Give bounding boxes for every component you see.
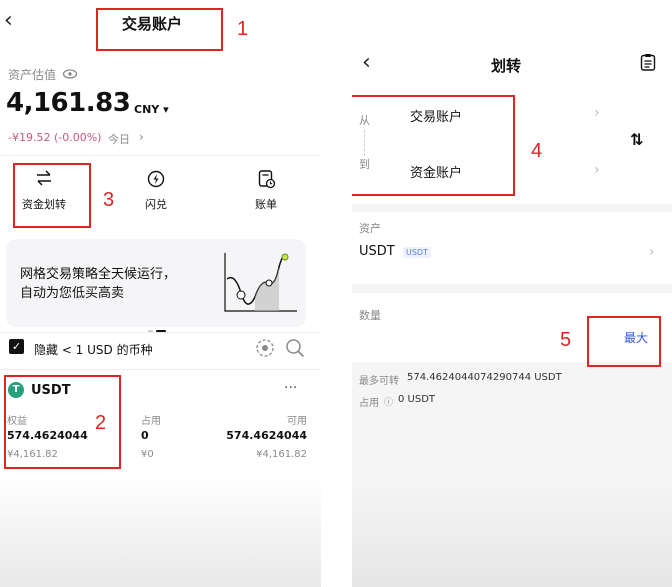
bill-button[interactable]: 账单 bbox=[253, 170, 283, 216]
used-value: 0 bbox=[141, 429, 149, 442]
occupied-label: 占用 bbox=[359, 398, 379, 409]
eye-icon[interactable] bbox=[62, 65, 78, 84]
chevron-right-icon[interactable]: › bbox=[594, 105, 600, 121]
chevron-right-icon[interactable]: › bbox=[649, 244, 655, 260]
grid-trading-banner[interactable]: 网格交易策略全天候运行， 自动为您低买高卖 bbox=[6, 239, 306, 327]
bottom-fade bbox=[0, 475, 321, 587]
asset-tag: USDT bbox=[403, 247, 431, 258]
banner-text-line1: 网格交易策略全天候运行， bbox=[20, 267, 177, 282]
lightning-icon bbox=[147, 170, 165, 192]
carousel-dots bbox=[148, 318, 169, 337]
convert-button[interactable]: 闪兑 bbox=[141, 170, 171, 216]
annotation-box-3 bbox=[13, 163, 91, 228]
currency-selector[interactable]: CNY ▾ bbox=[134, 103, 169, 116]
bottom-fade bbox=[352, 480, 672, 587]
divider bbox=[0, 369, 321, 370]
back-chevron-icon[interactable]: ‹ bbox=[362, 50, 371, 75]
pnl-period[interactable]: 今日 bbox=[108, 131, 130, 147]
page-title: 划转 bbox=[491, 57, 522, 75]
pnl-value: -¥19.52 (-0.00%) bbox=[8, 131, 102, 144]
bill-label: 账单 bbox=[255, 198, 277, 211]
annotation-number-3: 3 bbox=[103, 189, 115, 211]
swap-icon[interactable]: ⇅ bbox=[630, 130, 643, 149]
max-transfer-value: 574.4624044074290744 USDT bbox=[407, 372, 562, 383]
info-icon[interactable]: ⓘ bbox=[384, 395, 393, 408]
account-screen: ‹ 交易账户 资产估值 4,161.83 CNY ▾ -¥19.52 (-0.0… bbox=[0, 0, 321, 587]
divider bbox=[0, 155, 321, 156]
grid-chart-illustration bbox=[221, 249, 301, 319]
asset-label: 资产 bbox=[359, 222, 381, 235]
hide-small-checkbox[interactable]: ✓ bbox=[9, 339, 24, 354]
chevron-right-icon[interactable]: › bbox=[594, 162, 600, 178]
max-transfer-label: 最多可转 bbox=[359, 376, 399, 387]
chevron-right-icon[interactable]: › bbox=[139, 130, 144, 144]
total-balance: 4,161.83 bbox=[6, 88, 131, 118]
annotation-number-1: 1 bbox=[237, 18, 249, 40]
clipboard-icon[interactable] bbox=[640, 53, 656, 75]
assets-label: 资产估值 bbox=[8, 68, 57, 82]
search-icon[interactable] bbox=[285, 338, 305, 362]
banner-text-line2: 自动为您低买高卖 bbox=[20, 286, 125, 301]
convert-label: 闪兑 bbox=[145, 198, 167, 211]
transfer-screen: ‹ 划转 从 交易账户 › 到 资金账户 › ⇅ 资产 USDT USDT › … bbox=[352, 0, 672, 587]
available-cny: ¥4,161.82 bbox=[256, 449, 307, 460]
screen-gap bbox=[321, 0, 352, 587]
available-value: 574.4624044 bbox=[226, 429, 307, 442]
used-label: 占用 bbox=[141, 416, 161, 427]
bill-icon bbox=[258, 170, 276, 193]
occupied-value: 0 USDT bbox=[398, 394, 436, 405]
more-icon[interactable]: ··· bbox=[284, 380, 297, 396]
available-label: 可用 bbox=[287, 416, 307, 427]
annotation-box-4 bbox=[352, 95, 515, 196]
divider bbox=[0, 332, 321, 333]
used-cny: ¥0 bbox=[141, 449, 154, 460]
annotation-box-5 bbox=[587, 316, 661, 367]
hide-small-label: 隐藏 < 1 USD 的币种 bbox=[34, 343, 153, 357]
quantity-label: 数量 bbox=[359, 309, 381, 322]
annotation-number-2: 2 bbox=[95, 412, 107, 434]
asset-value: USDT bbox=[359, 244, 395, 259]
annotation-number-4: 4 bbox=[531, 140, 543, 162]
quantity-input[interactable] bbox=[358, 327, 588, 349]
back-chevron-icon[interactable]: ‹ bbox=[4, 8, 13, 33]
asset-card[interactable]: 资产 USDT USDT › bbox=[352, 212, 672, 284]
filter-icon[interactable] bbox=[255, 338, 275, 362]
annotation-box-1 bbox=[96, 8, 223, 51]
annotation-number-5: 5 bbox=[560, 329, 572, 351]
